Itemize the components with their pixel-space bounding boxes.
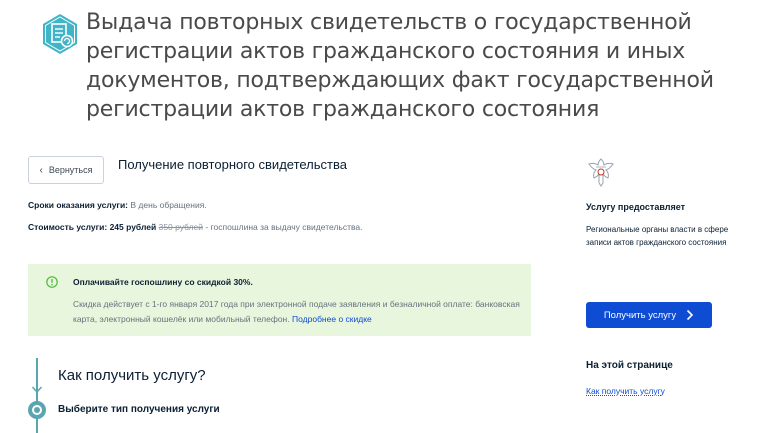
discount-text: Скидка действует с 1-го января 2017 года… (73, 297, 523, 327)
on-page-title: На этой странице (586, 360, 673, 371)
provider-name: Региональные органы власти в сфере запис… (586, 225, 729, 247)
toc-link-how-to-get[interactable]: Как получить услугу (586, 386, 665, 396)
service-cost-old-price: 350 рублей (158, 222, 204, 232)
chevron-right-icon (687, 309, 694, 321)
coat-of-arms-icon (588, 158, 614, 187)
service-terms-label: Сроки оказания услуги: (28, 200, 129, 210)
back-button-label: Вернуться (48, 165, 93, 175)
service-terms-value: В день обращения. (130, 200, 207, 210)
discount-details-link[interactable]: Подробнее о скидке (292, 314, 372, 324)
how-to-get-title: Как получить услугу? (58, 367, 206, 384)
get-service-button[interactable]: Получить услугу (586, 302, 712, 328)
provider-title: Услугу предоставляет (586, 202, 686, 212)
discount-title: Оплачивайте госпошлину со скидкой 30%. (73, 277, 253, 287)
service-cost-label: Стоимость услуги: (28, 222, 108, 232)
service-cost-note: - госпошлина за выдачу свидетельства. (205, 222, 363, 232)
service-cost: Стоимость услуги: 245 рублей 350 рублей … (28, 222, 363, 232)
steps-timeline (36, 358, 38, 433)
section-title: Получение повторного свидетельства (118, 157, 347, 172)
info-circle-icon (46, 276, 58, 288)
step-choose-type: Выберите тип получения услуги (58, 404, 220, 415)
service-cost-price: 245 рублей (109, 222, 157, 232)
get-service-label: Получить услугу (603, 309, 677, 321)
document-certificate-icon (43, 14, 77, 54)
arrow-down-icon (31, 386, 43, 394)
service-terms: Сроки оказания услуги: В день обращения. (28, 200, 207, 210)
chevron-left-icon: ‹ (39, 164, 43, 176)
step-marker-icon (28, 401, 46, 419)
page-title: Выдача повторных свидетельств о государс… (86, 10, 714, 122)
discount-panel: Оплачивайте госпошлину со скидкой 30%. С… (28, 264, 531, 336)
back-button[interactable]: ‹ Вернуться (28, 156, 104, 184)
